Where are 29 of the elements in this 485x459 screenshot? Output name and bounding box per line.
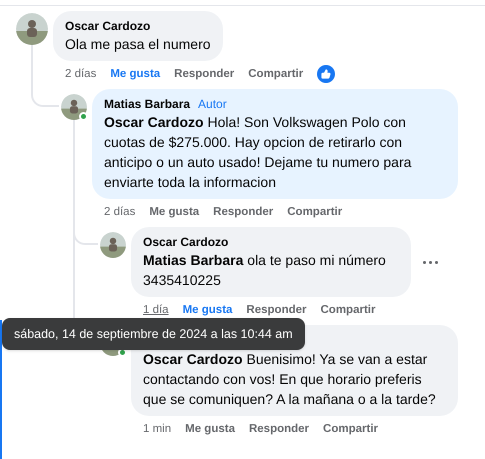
like-link[interactable]: Me gusta	[149, 205, 200, 219]
reply-link[interactable]: Responder	[174, 67, 234, 81]
comment-time[interactable]: 2 días	[65, 67, 96, 81]
comment-author[interactable]: Matias Barbara	[104, 96, 190, 112]
reply-link[interactable]: Responder	[246, 303, 306, 317]
avatar[interactable]	[100, 232, 126, 258]
reply-link[interactable]: Responder	[248, 422, 310, 436]
like-reaction-icon[interactable]	[317, 65, 336, 83]
share-link[interactable]: Compartir	[323, 422, 378, 436]
comment-author[interactable]: Oscar Cardozo	[143, 234, 399, 250]
comment-time[interactable]: 1 min	[143, 422, 172, 436]
comment-author[interactable]: Oscar Cardozo	[65, 18, 211, 34]
avatar[interactable]	[61, 94, 87, 120]
reply-link[interactable]: Responder	[213, 205, 274, 219]
comment-text: Ola me pasa el numero	[65, 35, 211, 54]
comment-time[interactable]: 2 días	[104, 205, 136, 219]
author-label: Autor	[198, 96, 227, 112]
like-link[interactable]: Me gusta	[182, 303, 232, 317]
avatar[interactable]	[16, 13, 48, 45]
comment-text: Oscar Cardozo Hola! Son Volkswagen Polo con cuotas de $275.000. Hay opcion de retirarlo con anticipo o un auto usado! Dejame tu numero para enviarte toda la informacion	[104, 113, 412, 192]
date-tooltip: sábado, 14 de septiembre de 2024 a las 10:44 am	[2, 318, 305, 350]
share-link[interactable]: Compartir	[287, 205, 342, 219]
share-link[interactable]: Compartir	[320, 303, 376, 317]
comment-text: Oscar Cardozo Buenisimo! Ya se van a estar contactando con vos! En que horario preferis que se comuniquen? A la mañana o a la tarde?	[143, 350, 437, 409]
share-link[interactable]: Compartir	[248, 67, 304, 81]
like-link[interactable]: Me gusta	[110, 67, 160, 81]
comment-text: Matias Barbara ola te paso mi número 3435410225	[143, 251, 387, 290]
comment-time[interactable]: 1 día	[143, 303, 169, 317]
like-link[interactable]: Me gusta	[185, 422, 235, 436]
